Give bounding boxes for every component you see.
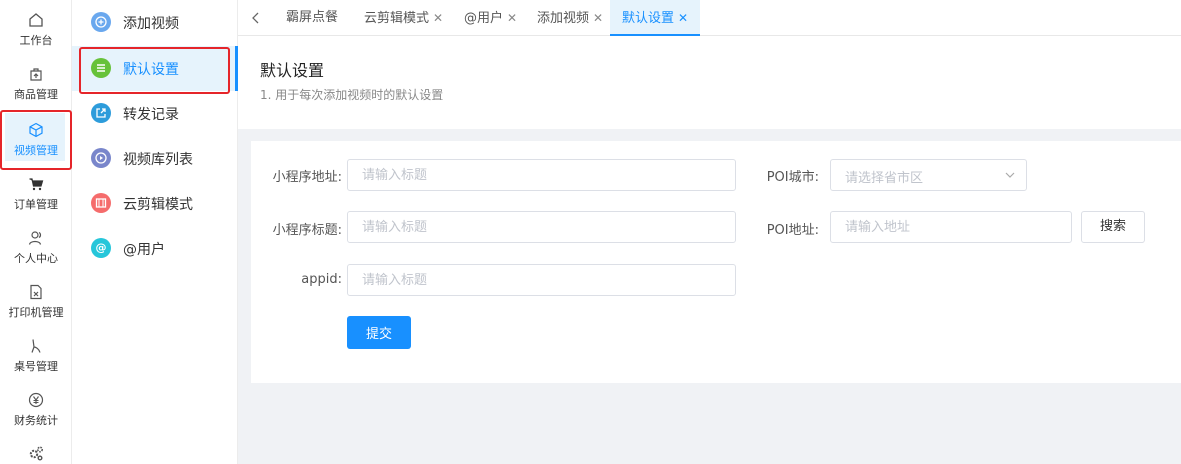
tab-default-settings[interactable]: 默认设置 ✕ [610, 0, 701, 36]
close-icon[interactable]: ✕ [593, 11, 603, 25]
submenu-item-label: 添加视频 [123, 16, 179, 32]
submenu-item-label: 云剪辑模式 [123, 197, 193, 213]
miniapp-url-input[interactable] [347, 159, 736, 191]
tab-label: 霸屏点餐 [286, 10, 339, 25]
rail-item-table-numbers[interactable]: 桌号管理 [0, 326, 72, 380]
miniapp-title-input[interactable] [347, 211, 736, 243]
search-button[interactable]: 搜索 [1081, 211, 1145, 243]
appid-input[interactable] [347, 264, 736, 296]
table-number-icon [28, 338, 44, 354]
rail-item-label: 工作台 [19, 34, 53, 47]
rail-item-label: 桌号管理 [14, 360, 58, 373]
close-icon[interactable]: ✕ [433, 11, 443, 25]
home-icon [28, 12, 44, 28]
chevron-left-icon[interactable] [246, 8, 266, 28]
rail-item-label: 视频管理 [14, 144, 58, 157]
miniapp-url-label: 小程序地址: [272, 170, 342, 185]
share-icon [91, 103, 111, 123]
rail-item-settings[interactable] [0, 432, 72, 464]
appid-label: appid: [301, 272, 342, 287]
rail-item-orders[interactable]: 订单管理 [0, 164, 72, 218]
page-header: 默认设置 1. 用于每次添加视频时的默认设置 [238, 37, 1181, 129]
submenu-item-video-library[interactable]: 视频库列表 [72, 136, 238, 181]
close-icon[interactable]: ✕ [678, 11, 688, 25]
settings-form-card: 小程序地址: 小程序标题: appid: POI城市: 请选择省市区 POI地址… [251, 141, 1181, 383]
poi-city-select[interactable]: 请选择省市区 [830, 159, 1027, 191]
miniapp-title-label: 小程序标题: [272, 223, 342, 238]
submenu-item-label: 视频库列表 [123, 152, 193, 168]
poi-address-label: POI地址: [766, 223, 819, 238]
tab-bapingdiancan[interactable]: 霸屏点餐 [274, 0, 350, 36]
yuan-icon [28, 392, 44, 408]
rail-item-products[interactable]: 商品管理 [0, 54, 72, 108]
poi-address-input[interactable] [830, 211, 1072, 243]
rail-item-finance[interactable]: 财务统计 [0, 380, 72, 434]
tab-label: @用户 [464, 11, 504, 26]
gears-icon [28, 445, 44, 461]
submenu-item-label: 转发记录 [123, 107, 179, 123]
cube-icon [28, 122, 44, 138]
poi-city-placeholder: 请选择省市区 [845, 171, 924, 186]
tabs-bar: 霸屏点餐 云剪辑模式 ✕ @用户 ✕ 添加视频 ✕ 默认设置 ✕ [238, 0, 1181, 36]
rail-item-profile[interactable]: 个人中心 [0, 218, 72, 272]
rail-item-video[interactable]: 视频管理 [0, 110, 72, 164]
plus-circle-icon [91, 12, 111, 32]
page-title: 默认设置 [260, 61, 325, 80]
rail-item-dashboard[interactable]: 工作台 [0, 0, 72, 54]
submenu-item-add-video[interactable]: 添加视频 [72, 0, 238, 45]
tab-label: 云剪辑模式 [364, 11, 430, 26]
close-icon[interactable]: ✕ [507, 11, 517, 25]
play-circle-icon [91, 148, 111, 168]
icon-rail: 工作台 商品管理 视频管理 订单管理 个人中心 打印机管理 桌号管理 财务统计 [0, 0, 72, 464]
user-icon [28, 230, 44, 246]
tab-at-users[interactable]: @用户 ✕ [452, 0, 529, 36]
page-description: 1. 用于每次添加视频时的默认设置 [260, 88, 444, 102]
rail-item-label: 个人中心 [14, 252, 58, 265]
submenu-item-share-records[interactable]: 转发记录 [72, 91, 238, 136]
rail-item-label: 订单管理 [14, 198, 58, 211]
submit-button[interactable]: 提交 [347, 316, 411, 349]
chevron-down-icon [1004, 167, 1016, 186]
rail-item-printer[interactable]: 打印机管理 [0, 272, 72, 326]
rail-item-label: 财务统计 [14, 414, 58, 427]
submenu-item-at-users[interactable]: @ @用户 [72, 226, 238, 271]
rail-item-label: 商品管理 [14, 88, 58, 101]
cart-icon [28, 176, 44, 192]
submenu-item-cloud-edit[interactable]: 云剪辑模式 [72, 181, 238, 226]
tab-label: 添加视频 [537, 11, 590, 26]
submenu-item-default-settings[interactable]: 默认设置 [72, 46, 238, 91]
rail-item-label: 打印机管理 [8, 306, 64, 319]
submenu: 添加视频 默认设置 转发记录 视频库列表 云剪辑模式 @ @用户 [72, 0, 238, 464]
tab-label: 默认设置 [622, 11, 675, 26]
tab-cloud-edit[interactable]: 云剪辑模式 ✕ [352, 0, 455, 36]
tab-add-video[interactable]: 添加视频 ✕ [525, 0, 615, 36]
submenu-item-label: @用户 [123, 242, 165, 258]
poi-city-label: POI城市: [766, 170, 819, 185]
submenu-item-label: 默认设置 [123, 62, 179, 78]
list-icon [91, 58, 111, 78]
film-icon [91, 193, 111, 213]
printer-icon [28, 284, 44, 300]
product-icon [28, 66, 44, 82]
at-icon: @ [91, 238, 111, 258]
